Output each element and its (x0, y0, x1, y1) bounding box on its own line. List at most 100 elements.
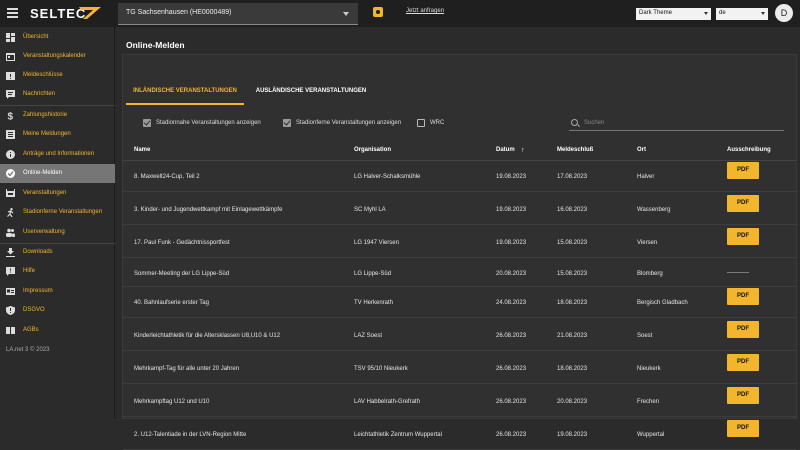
column-header-meldeschluss[interactable]: Meldeschluß (557, 147, 593, 153)
filter-label: WRC (430, 119, 445, 126)
column-header-datum[interactable]: Datum (496, 147, 515, 153)
column-header-ausschreibung: Ausschreibung (727, 147, 771, 153)
page-title: Online-Melden (126, 40, 185, 50)
sidebar-item-label: Übersicht (23, 34, 49, 40)
checkbox-unchecked[interactable] (417, 118, 425, 127)
filter-wrc[interactable]: WRC (417, 118, 444, 127)
sidebar-item-meldeschluesse[interactable]: Meldeschlüsse (0, 66, 115, 85)
cell-datum: 26.08.2023 (496, 399, 527, 405)
sidebar-item-stadionferne[interactable]: Stadionferne Veranstaltungen (0, 203, 115, 222)
top-bar: SELTEC TG Sachsenhausen (HE0000489) Jetz… (0, 0, 800, 27)
cell-organisation: TSV 95/10 Nieukerk (354, 366, 408, 372)
sidebar-item-label: Stadionferne Veranstaltungen (23, 209, 103, 215)
organisation-select-value: TG Sachsenhausen (HE0000489) (126, 9, 232, 16)
cell-datum: 24.08.2023 (496, 300, 527, 306)
sidebar-item-label: Userverwaltung (23, 229, 65, 235)
sort-arrow-up-icon[interactable]: ↑ (521, 147, 525, 154)
sidebar-item-meine-meldungen[interactable]: Meine Meldungen (0, 125, 115, 144)
events-card: INLÄNDISCHE VERANSTALTUNGEN AUSLÄNDISCHE… (122, 54, 797, 450)
pdf-button[interactable]: PDF (727, 195, 759, 212)
filter-label: Stadionferne Veranstaltungen anzeigen (296, 119, 402, 126)
language-select[interactable]: de (716, 8, 768, 20)
cell-organisation: TV Herkenrath (354, 300, 394, 306)
sidebar-item-antraege[interactable]: Anträge und Informationen (0, 145, 115, 164)
sidebar-item-label: Nachrichten (23, 91, 56, 97)
cell-ort: Nieukerk (637, 366, 661, 372)
sidebar-item-label: Anträge und Informationen (23, 151, 95, 157)
table-row[interactable]: 8. Maxwelt24-Cup, Teil 2 LG Halver-Schal… (123, 162, 796, 192)
request-link[interactable]: Jetzt anfragen (406, 8, 444, 14)
cell-organisation: LG 1947 Viersen (354, 240, 399, 246)
table-row[interactable]: Mehrkampf-Tag für alle unter 20 Jahren T… (123, 354, 796, 384)
filter-label: Stadionnahe Veranstaltungen anzeigen (156, 119, 261, 126)
table-row[interactable]: Sommer-Meeting der LG Lippe-Süd LG Lippe… (123, 261, 796, 287)
column-header-organisation[interactable]: Organisation (354, 147, 391, 153)
table-row[interactable]: 17. Paul Funk - Gedächtnissportfest LG 1… (123, 228, 796, 258)
pdf-button[interactable]: PDF (727, 162, 759, 179)
pdf-button[interactable]: PDF (727, 387, 759, 404)
tab-inlaendische[interactable]: INLÄNDISCHE VERANSTALTUNGEN (126, 63, 244, 105)
sidebar-item-userverwaltung[interactable]: Userverwaltung (0, 223, 115, 242)
table-row[interactable]: Kinderleichtathletik für die Altersklass… (123, 321, 796, 351)
cell-name: 17. Paul Funk - Gedächtnissportfest (134, 240, 230, 246)
cell-datum: 19.08.2023 (496, 174, 527, 180)
alert-calendar-icon (6, 72, 15, 80)
sidebar-item-uebersicht[interactable]: Übersicht (0, 28, 115, 47)
search-input[interactable]: Suchen (569, 117, 784, 131)
filter-stadionferne[interactable]: Stadionferne Veranstaltungen anzeigen (283, 118, 401, 127)
sidebar-item-dsgvo[interactable]: DSGVO (0, 301, 115, 320)
filter-stadionnahe[interactable]: Stadionnahe Veranstaltungen anzeigen (143, 118, 261, 127)
sidebar-item-label: Meine Meldungen (23, 131, 71, 137)
cell-name: 2. U12-Talentiade in der LVN-Region Mitt… (134, 432, 247, 438)
avatar[interactable]: D (775, 4, 793, 22)
sidebar-item-nachrichten[interactable]: Nachrichten (0, 85, 115, 104)
theme-select[interactable]: Dark Theme (636, 8, 711, 20)
cell-datum: 19.08.2023 (496, 240, 527, 246)
dashboard-icon (6, 33, 15, 42)
table-row[interactable]: 3. Kinder- und Jugendwettkampf mit Einla… (123, 195, 796, 225)
sidebar-item-online-melden[interactable]: Online-Melden (0, 164, 115, 183)
pdf-button[interactable]: PDF (727, 321, 759, 338)
pdf-button[interactable]: PDF (727, 288, 759, 305)
organisation-select[interactable]: TG Sachsenhausen (HE0000489) (118, 3, 358, 25)
pdf-button[interactable]: PDF (727, 354, 759, 371)
sidebar-item-zahlungshistorie[interactable]: $ Zahlungshistorie (0, 106, 115, 125)
cell-name: 8. Maxwelt24-Cup, Teil 2 (134, 174, 200, 180)
tab-auslaendische[interactable]: AUSLÄNDISCHE VERANSTALTUNGEN (251, 63, 371, 103)
download-icon (6, 248, 15, 257)
main-content: Online-Melden INLÄNDISCHE VERANSTALTUNGE… (118, 27, 800, 450)
table-row[interactable]: Mehrkampftag U12 und U10 LAV Habbelrath-… (123, 387, 796, 417)
pdf-button[interactable]: PDF (727, 228, 759, 245)
calendar-icon (6, 53, 15, 61)
dollar-icon: $ (8, 112, 14, 121)
sidebar-item-veranstaltungen[interactable]: Veranstaltungen (0, 184, 115, 203)
gear-icon[interactable] (373, 7, 383, 17)
column-header-name[interactable]: Name (134, 147, 150, 153)
checkbox-checked[interactable] (283, 118, 291, 127)
cell-meldeschluss: 19.08.2023 (557, 432, 588, 438)
sidebar-item-label: Meldeschlüsse (23, 72, 63, 78)
chevron-down-icon (761, 12, 765, 15)
cell-name: 3. Kinder- und Jugendwettkampf mit Einla… (134, 207, 283, 213)
menu-icon[interactable] (7, 8, 18, 18)
pdf-button[interactable]: PDF (727, 420, 759, 437)
cell-organisation: LAZ Soest (354, 333, 383, 339)
sidebar-item-agbs[interactable]: AGBs (0, 321, 115, 340)
column-header-ort[interactable]: Ort (637, 147, 646, 153)
table-row[interactable]: 40. Bahnlaufserie erster Tag TV Herkenra… (123, 288, 796, 318)
table-row[interactable]: 2. U12-Talentiade in der LVN-Region Mitt… (123, 420, 796, 450)
sidebar-item-impressum[interactable]: Impressum (0, 282, 115, 301)
cell-organisation: LAV Habbelrath-Grefrath (354, 399, 420, 405)
cell-meldeschluss: 18.08.2023 (557, 366, 588, 372)
sidebar-item-veranstaltungskalender[interactable]: Veranstaltungskalender (0, 47, 115, 66)
cell-meldeschluss: 21.08.2023 (557, 333, 588, 339)
cell-ort: Frechen (637, 399, 660, 405)
cell-name: 40. Bahnlaufserie erster Tag (134, 300, 209, 306)
sidebar-item-downloads[interactable]: Downloads (0, 243, 115, 262)
runner-icon (7, 208, 14, 217)
sidebar-item-hilfe[interactable]: Hilfe (0, 262, 115, 281)
logo-swoosh-icon (79, 7, 101, 19)
check-circle-icon (6, 169, 15, 178)
cell-datum: 26.08.2023 (496, 366, 527, 372)
checkbox-checked[interactable] (143, 118, 151, 127)
